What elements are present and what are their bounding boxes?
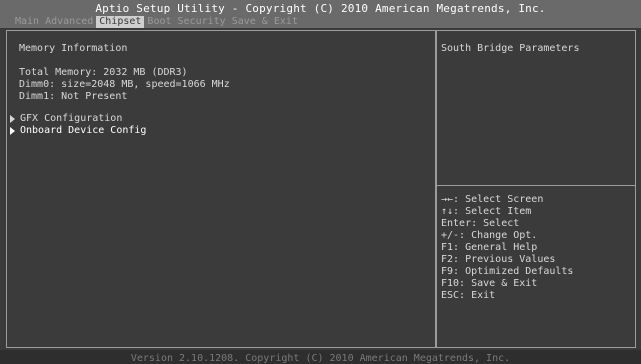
menu-item-label: Onboard Device Config [20, 125, 147, 136]
help-divider [437, 185, 635, 186]
utility-title: Aptio Setup Utility - Copyright (C) 2010… [95, 2, 546, 15]
key-help-select-item: ↑↓: Select Item [441, 206, 532, 217]
key-help-optimized-defaults: F9: Optimized Defaults [441, 266, 574, 277]
submenu-arrow-icon [10, 127, 15, 135]
key-help-change-opt: +/-: Change Opt. [441, 230, 538, 241]
version-text: Version 2.10.1208. Copyright (C) 2010 Am… [130, 353, 511, 364]
tab-chipset[interactable]: Chipset [96, 16, 145, 28]
submenu-arrow-icon [10, 115, 15, 123]
key-help-select-screen: →←: Select Screen [441, 194, 544, 205]
settings-panel: Memory Information Total Memory: 2032 MB… [6, 30, 436, 348]
tab-advanced[interactable]: Advanced [42, 16, 96, 28]
bios-screen: Aptio Setup Utility - Copyright (C) 2010… [0, 0, 641, 364]
key-help-general-help: F1: General Help [441, 242, 538, 253]
dimm0-info: Dimm0: size=2048 MB, speed=1066 MHz [19, 79, 230, 90]
menu-item-gfx-configuration[interactable]: GFX Configuration [10, 113, 122, 125]
key-help-previous-values: F2: Previous Values [441, 254, 556, 265]
tab-main[interactable]: Main [12, 16, 42, 28]
header-bar: Aptio Setup Utility - Copyright (C) 2010… [0, 0, 641, 28]
total-memory-info: Total Memory: 2032 MB (DDR3) [19, 67, 188, 78]
tab-security[interactable]: Security [175, 16, 229, 28]
menu-item-onboard-device-config[interactable]: Onboard Device Config [10, 125, 146, 137]
tab-save-exit[interactable]: Save & Exit [229, 16, 301, 28]
tab-boot[interactable]: Boot [144, 16, 174, 28]
help-panel: South Bridge Parameters →←: Select Scree… [436, 30, 636, 348]
key-help-esc-exit: ESC: Exit [441, 290, 496, 301]
dimm1-info: Dimm1: Not Present [19, 91, 128, 102]
item-description: South Bridge Parameters [441, 43, 580, 54]
section-title: Memory Information [19, 43, 128, 54]
key-help-save-exit: F10: Save & Exit [441, 278, 538, 289]
key-help-enter: Enter: Select [441, 218, 520, 229]
footer-bar: Version 2.10.1208. Copyright (C) 2010 Am… [0, 350, 641, 364]
menu-item-label: GFX Configuration [20, 113, 123, 124]
tab-bar: Main Advanced Chipset Boot Security Save… [12, 16, 301, 28]
